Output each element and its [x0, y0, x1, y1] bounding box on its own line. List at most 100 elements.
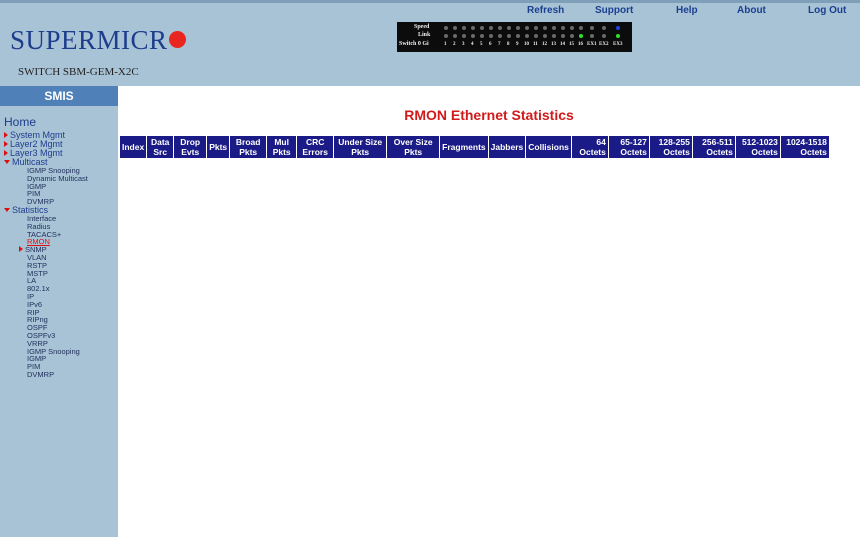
port-label: 9: [516, 42, 519, 47]
port-label: 4: [471, 42, 474, 47]
sidebar-item-dvmrp[interactable]: DVMRP: [27, 370, 54, 379]
column-header-text: Octets: [706, 147, 733, 157]
port-label: 10: [524, 42, 529, 47]
port-label: 8: [507, 42, 510, 47]
port-label: 5: [480, 42, 483, 47]
speed-led-EX1: [590, 26, 594, 30]
speed-led-11: [534, 26, 538, 30]
column-header-text: Octets: [800, 147, 827, 157]
logout-link[interactable]: Log Out: [808, 5, 846, 16]
column-header-text: Mul: [274, 137, 289, 147]
speed-label: Speed: [414, 24, 430, 30]
column-header-index: Index: [118, 135, 148, 159]
port-label: 7: [498, 42, 501, 47]
table-header-row: Index Data Src Drop Evts Pkts Broad Pkts Mul Pkts…: [118, 135, 830, 159]
port-label: 6: [489, 42, 492, 47]
sidebar-item-label: DVMRP: [27, 370, 55, 379]
port-label: 13: [551, 42, 556, 47]
column-header-data-src: Data Src: [146, 135, 175, 159]
collapsed-arrow-icon: [4, 141, 8, 147]
column-header-256-511-octets: 256-511 Octets: [691, 135, 736, 159]
column-header-text: 65-127: [620, 137, 647, 147]
speed-led-3: [462, 26, 466, 30]
column-header-text: Evts: [181, 147, 200, 157]
column-header-broad-pkts: Broad Pkts: [229, 135, 268, 159]
collapsed-arrow-icon: [4, 132, 8, 138]
port-label: 16: [578, 42, 583, 47]
link-led-16: [579, 34, 583, 38]
column-header-pkts: Pkts: [206, 135, 231, 159]
link-led-10: [525, 34, 529, 38]
port-label: 3: [462, 42, 465, 47]
port-label: EX2: [599, 42, 609, 47]
port-label: 12: [542, 42, 547, 47]
about-link[interactable]: About: [737, 5, 766, 16]
speed-led-4: [471, 26, 475, 30]
column-header-text: CRC: [305, 137, 325, 147]
column-header-over-size-pkts: Over Size Pkts: [386, 135, 441, 159]
column-header-text: Pkts: [239, 147, 258, 157]
smis-title: SMIS: [0, 86, 118, 106]
link-led-1: [444, 34, 448, 38]
column-header-text: Pkts: [351, 147, 370, 157]
logo-text: SUPERMICR: [10, 25, 168, 55]
speed-led-13: [552, 26, 556, 30]
home-link[interactable]: Home: [4, 115, 36, 129]
support-link[interactable]: Support: [595, 5, 633, 16]
refresh-link[interactable]: Refresh: [527, 5, 564, 16]
logo-dot: [168, 31, 186, 48]
port-label: EX1: [587, 42, 597, 47]
link-led-EX2: [602, 34, 606, 38]
link-led-6: [489, 34, 493, 38]
header-top-line: [0, 0, 860, 3]
link-led-15: [570, 34, 574, 38]
link-led-EX1: [590, 34, 594, 38]
column-header-text: Pkts: [404, 147, 423, 157]
port-label: 14: [560, 42, 565, 47]
column-header-text: Octets: [663, 147, 690, 157]
speed-led-15: [570, 26, 574, 30]
speed-led-9: [516, 26, 520, 30]
link-led-12: [543, 34, 547, 38]
speed-led-2: [453, 26, 457, 30]
link-led-4: [471, 34, 475, 38]
column-header-jabbers: Jabbers: [487, 135, 527, 159]
column-header-512-1023-octets: 512-1023 Octets: [734, 135, 781, 159]
speed-led-16: [579, 26, 583, 30]
port-label: 11: [533, 42, 538, 47]
help-link[interactable]: Help: [676, 5, 698, 16]
port-led-panel: Speed Link Switch 0 Gi 1 2 3 4 5 6 7 8 9 10 11 12 13…: [397, 22, 632, 52]
collapsed-arrow-icon: [4, 150, 8, 156]
column-header-1024-1518-octets: 1024-1518 Octets: [779, 135, 830, 159]
column-header-128-255-octets: 128-255 Octets: [648, 135, 693, 159]
supermicro-logo: SUPERMICR: [10, 25, 186, 56]
column-header-collisions: Collisions: [525, 135, 572, 159]
link-led-9: [516, 34, 520, 38]
column-header-text: Index: [122, 142, 145, 152]
switch-name: SWITCH SBM-GEM-X2C: [18, 66, 139, 78]
column-header-text: Data: [150, 137, 170, 147]
column-header-mul-pkts: Mul Pkts: [266, 135, 298, 159]
column-header-text: 64: [596, 137, 606, 147]
column-header-text: Errors: [302, 147, 328, 157]
rmon-stats-table: Index Data Src Drop Evts Pkts Broad Pkts Mul Pkts…: [118, 135, 830, 159]
port-label: EX3: [613, 42, 623, 47]
column-header-text: Broad: [235, 137, 261, 147]
column-header-text: Collisions: [528, 142, 569, 152]
column-header-text: Fragments: [442, 142, 486, 152]
speed-led-7: [498, 26, 502, 30]
column-header-crc-errors: CRC Errors: [296, 135, 335, 159]
switch-label: Switch 0 Gi: [399, 41, 429, 47]
link-led-5: [480, 34, 484, 38]
column-header-text: Pkts: [272, 147, 291, 157]
column-header-text: Octets: [579, 147, 606, 157]
expanded-arrow-icon: [4, 160, 10, 164]
collapsed-arrow-icon: [19, 246, 23, 253]
column-header-text: 256-511: [702, 137, 733, 147]
column-header-text: 1024-1518: [786, 137, 827, 147]
column-header-65-127-octets: 65-127 Octets: [607, 135, 650, 159]
column-header-text: Octets: [620, 147, 647, 157]
link-label: Link: [418, 32, 431, 38]
speed-led-10: [525, 26, 529, 30]
column-header-fragments: Fragments: [439, 135, 489, 159]
